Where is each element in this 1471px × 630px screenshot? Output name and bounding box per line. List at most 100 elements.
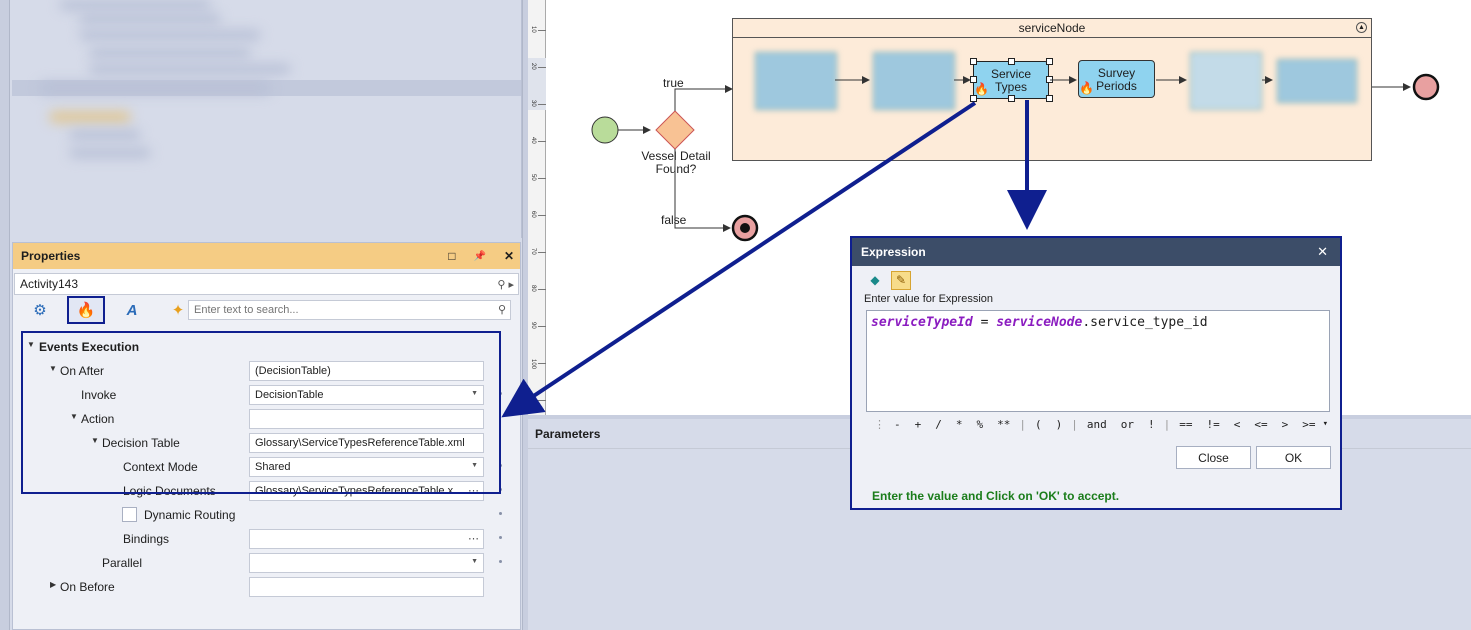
events-flame-icon[interactable]: 🔥 (67, 296, 105, 324)
tree-item-blurred (90, 48, 250, 58)
ok-button[interactable]: OK (1256, 446, 1331, 469)
dropdown-arrow-icon[interactable]: ▼ (471, 462, 478, 469)
value-text: Shared (255, 461, 291, 473)
operator-button[interactable]: ( (1028, 418, 1049, 431)
row-label: Context Mode (123, 460, 198, 474)
operator-button[interactable]: * (949, 418, 970, 431)
parallel-dropdown[interactable]: ▼ (249, 553, 484, 573)
operator-button[interactable]: / (928, 418, 949, 431)
ellipsis-button[interactable]: ⋯ (468, 484, 479, 497)
category-events-execution[interactable]: ▼ Events Execution (13, 335, 520, 359)
row-label: Invoke (81, 388, 117, 402)
value-text: (DecisionTable) (255, 365, 331, 377)
operator-button[interactable]: != (1200, 418, 1227, 431)
row-dot-icon (499, 464, 502, 467)
expr-eq: = (972, 315, 997, 330)
row-logic-documents[interactable]: Logic Documents Glossary\ServiceTypesRef… (13, 479, 520, 503)
invoke-dropdown[interactable]: DecisionTable ▼ (249, 385, 484, 405)
tree-item-blurred (80, 14, 220, 24)
operator-button[interactable]: >= (1295, 418, 1322, 431)
operator-button[interactable]: and (1080, 418, 1114, 431)
operator-button[interactable]: + (908, 418, 929, 431)
operator-button[interactable]: - (887, 418, 908, 431)
row-label: Bindings (123, 532, 170, 546)
start-event[interactable] (591, 116, 619, 144)
end-event[interactable] (1412, 73, 1440, 101)
sort-alpha-icon[interactable]: A (113, 296, 151, 324)
expand-caret-icon[interactable]: ▶ (50, 580, 56, 589)
value-text: DecisionTable (255, 389, 324, 401)
operator-button[interactable]: % (970, 418, 991, 431)
insert-variable-icon[interactable]: ◆ (865, 271, 885, 290)
row-label: Dynamic Routing (144, 508, 236, 522)
context-mode-dropdown[interactable]: Shared ▼ (249, 457, 484, 477)
bindings-value[interactable]: ⋯ (249, 529, 484, 549)
expression-editor[interactable]: serviceTypeId = serviceNode.service_type… (866, 310, 1330, 412)
operator-button[interactable]: ) (1049, 418, 1070, 431)
decision-table-value[interactable]: Glossary\ServiceTypesReferenceTable.xml (249, 433, 484, 453)
row-context-mode[interactable]: Context Mode Shared ▼ (13, 455, 520, 479)
row-label: Action (81, 412, 115, 426)
ellipsis-button[interactable]: ⋯ (468, 532, 479, 545)
row-parallel[interactable]: Parallel ▼ (13, 551, 520, 575)
dropdown-arrow-icon[interactable]: ▼ (471, 390, 478, 397)
row-decision-table[interactable]: ▼ Decision Table Glossary\ServiceTypesRe… (13, 431, 520, 455)
operator-button[interactable]: ! (1141, 418, 1162, 431)
tree-item-blurred (90, 64, 290, 74)
row-on-before[interactable]: ▶ On Before (13, 575, 520, 599)
operator-overflow-icon[interactable]: ▾ (1323, 419, 1328, 429)
row-label: On Before (60, 580, 115, 594)
properties-toolbar: ⚙ 🔥 A ✦ ⚲ (13, 295, 520, 325)
row-invoke[interactable]: Invoke DecisionTable ▼ (13, 383, 520, 407)
property-grid: ▼ Events Execution ▼ On After (DecisionT… (13, 335, 520, 599)
object-selector-icons[interactable]: ⚲ ▸ (497, 278, 514, 291)
operator-button[interactable]: < (1227, 418, 1248, 431)
properties-gear-icon[interactable]: ⚙ (21, 296, 59, 324)
operator-button[interactable]: or (1114, 418, 1141, 431)
row-bindings[interactable]: Bindings ⋯ (13, 527, 520, 551)
properties-search-input[interactable] (188, 300, 511, 320)
expression-dialog: Expression ✕ ◆ ✎ Enter value for Express… (850, 236, 1342, 510)
properties-header: Properties □ 📌 ✕ (13, 243, 520, 269)
on-before-value[interactable] (249, 577, 484, 597)
action-value[interactable] (249, 409, 484, 429)
maximize-icon[interactable]: □ (448, 249, 455, 263)
dialog-close-icon[interactable]: ✕ (1317, 244, 1328, 260)
row-label: Logic Documents (123, 484, 216, 498)
row-dynamic-routing[interactable]: Dynamic Routing (13, 503, 520, 527)
row-action[interactable]: ▼ Action (13, 407, 520, 431)
operator-button[interactable]: > (1275, 418, 1296, 431)
close-button[interactable]: Close (1176, 446, 1251, 469)
pin-icon[interactable]: 📌 (473, 251, 485, 262)
object-selector[interactable]: Activity143 ⚲ ▸ (14, 273, 519, 295)
expand-caret-icon[interactable]: ▼ (27, 340, 35, 349)
row-on-after[interactable]: ▼ On After (DecisionTable) (13, 359, 520, 383)
tree-item-blurred (60, 0, 210, 10)
operator-button[interactable]: <= (1247, 418, 1274, 431)
tree-item-blurred (80, 30, 260, 40)
explorer-tree (0, 0, 522, 238)
operator-button[interactable]: ** (990, 418, 1017, 431)
expression-builder-icon[interactable]: ✎ (891, 270, 911, 290)
expr-rhs-object: serviceNode (996, 315, 1083, 330)
dropdown-arrow-icon[interactable]: ▼ (471, 558, 478, 565)
on-after-value[interactable]: (DecisionTable) (249, 361, 484, 381)
operator-button[interactable]: == (1172, 418, 1199, 431)
expand-caret-icon[interactable]: ▼ (49, 364, 57, 373)
search-icon[interactable]: ⚲ (498, 303, 506, 316)
dynamic-routing-checkbox[interactable] (122, 507, 137, 522)
expr-lhs: serviceTypeId (871, 315, 973, 330)
gateway-diamond[interactable] (655, 110, 695, 150)
operator-grip-icon: ⋮ (874, 417, 885, 431)
row-dot-icon (499, 488, 502, 491)
value-text: Glossary\ServiceTypesReferenceTable.x... (255, 485, 463, 497)
expand-caret-icon[interactable]: ▼ (70, 412, 78, 421)
row-label: Decision Table (102, 436, 180, 450)
close-icon[interactable]: ✕ (504, 249, 514, 263)
value-text: Glossary\ServiceTypesReferenceTable.xml (255, 437, 465, 449)
expand-caret-icon[interactable]: ▼ (91, 436, 99, 445)
dialog-hint: Enter the value and Click on 'OK' to acc… (872, 489, 1120, 503)
row-dot-icon (499, 560, 502, 563)
dialog-toolbar: ◆ ✎ (852, 270, 1340, 290)
logic-documents-value[interactable]: Glossary\ServiceTypesReferenceTable.x...… (249, 481, 484, 501)
